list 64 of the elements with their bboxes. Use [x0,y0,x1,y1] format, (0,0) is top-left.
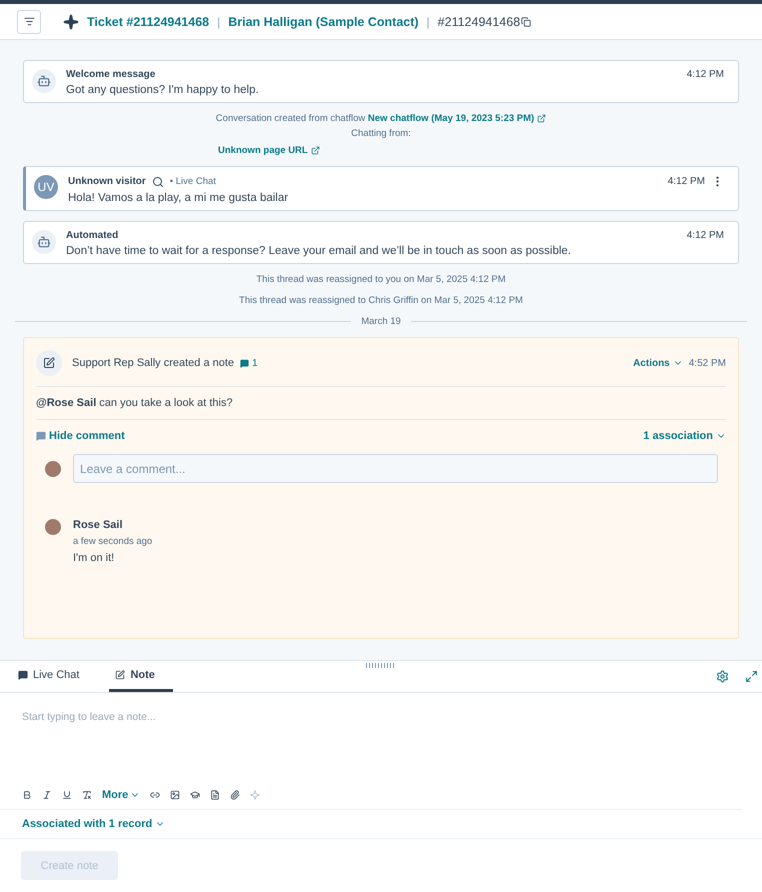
chatflow-link[interactable]: New chatflow (May 19, 2023 5:23 PM) [368,113,546,124]
ticket-id: #21124941468 [438,14,520,28]
system-message: This thread was reassigned to Chris Griffin on Mar 5, 2025 4:12 PM [239,295,523,306]
bold-button[interactable] [22,790,32,800]
graduation-cap-button[interactable] [190,790,200,800]
message-text: Got any questions? I'm happy to help. [66,84,260,96]
user-avatar [45,460,61,476]
chatting-from-label: Chatting from: [351,128,411,139]
channel-label: • Live Chat [170,176,216,187]
contact-link[interactable]: Brian Halligan (Sample Contact) [228,14,419,28]
sparkle-icon [63,14,79,30]
sender-name: Automated [66,230,118,241]
comment-count[interactable]: 1 [240,358,258,368]
comment-time: a few seconds ago [73,536,154,547]
visitor-avatar: UV [34,175,58,199]
edit-icon [115,670,126,680]
clear-format-button[interactable] [82,790,92,800]
note-time: 4:52 PM [688,358,726,368]
user-avatar [45,519,61,535]
association-dropdown[interactable]: 1 association [643,430,726,442]
ticket-link[interactable]: Ticket #21124941468 [87,14,210,28]
comment-text: I'm on it! [73,552,116,564]
expand-icon[interactable] [745,670,758,683]
image-button[interactable] [170,790,180,800]
italic-button[interactable] [42,790,52,800]
underline-button[interactable] [62,790,72,800]
bot-avatar-icon [32,230,56,254]
link-button[interactable] [150,790,160,800]
resize-handle[interactable] [366,663,396,668]
note-edit-icon [36,350,62,376]
message-time: 4:12 PM [668,176,705,187]
note-title: Support Rep Sally created a note [72,357,234,369]
search-icon[interactable] [152,176,164,188]
document-button[interactable] [210,790,220,800]
page-url-link[interactable]: Unknown page URL [218,145,320,156]
filter-button[interactable] [17,10,41,34]
chatflow-info: Conversation created from chatflow New chatflow (May 19, 2023 5:23 PM) [216,113,546,124]
attach-button[interactable] [230,790,240,800]
composer-tab[interactable]: Live Chat [18,661,98,692]
message-time: 4:12 PM [686,69,724,80]
system-message: This thread was reassigned to you on Mar 5, 2025 4:12 PM [256,274,506,285]
actions-dropdown[interactable]: Actions [633,358,683,368]
sender-name: Unknown visitor [68,176,146,187]
message-time: 4:12 PM [686,230,724,241]
message-text: Hola! Vamos a la play, a mi me gusta bailar [68,192,290,204]
comment-icon [36,431,46,441]
copy-icon[interactable] [521,16,532,26]
message-text: Don’t have time to wait for a response? Leave your email and we’ll be in touch as soon as possible. [66,245,572,257]
settings-icon[interactable] [716,670,729,683]
external-link-icon [537,114,546,123]
separator: | [217,14,220,28]
filter-icon [24,16,34,27]
bot-avatar-icon [32,69,56,93]
date-label: March 19 [361,316,401,327]
hide-comment-link[interactable]: Hide comment [36,430,125,442]
comment-author: Rose Sail [73,519,124,531]
more-dropdown[interactable]: More [102,789,140,801]
comment-field[interactable]: Leave a comment... [73,454,718,483]
separator: | [426,14,430,28]
chat-bubble-icon [18,670,28,680]
associated-records-dropdown[interactable]: Associated with 1 record [0,810,762,839]
sender-name: Welcome message [66,69,156,80]
note-body: @Rose Sail can you take a look at this? [36,397,234,409]
external-link-icon [310,146,320,155]
